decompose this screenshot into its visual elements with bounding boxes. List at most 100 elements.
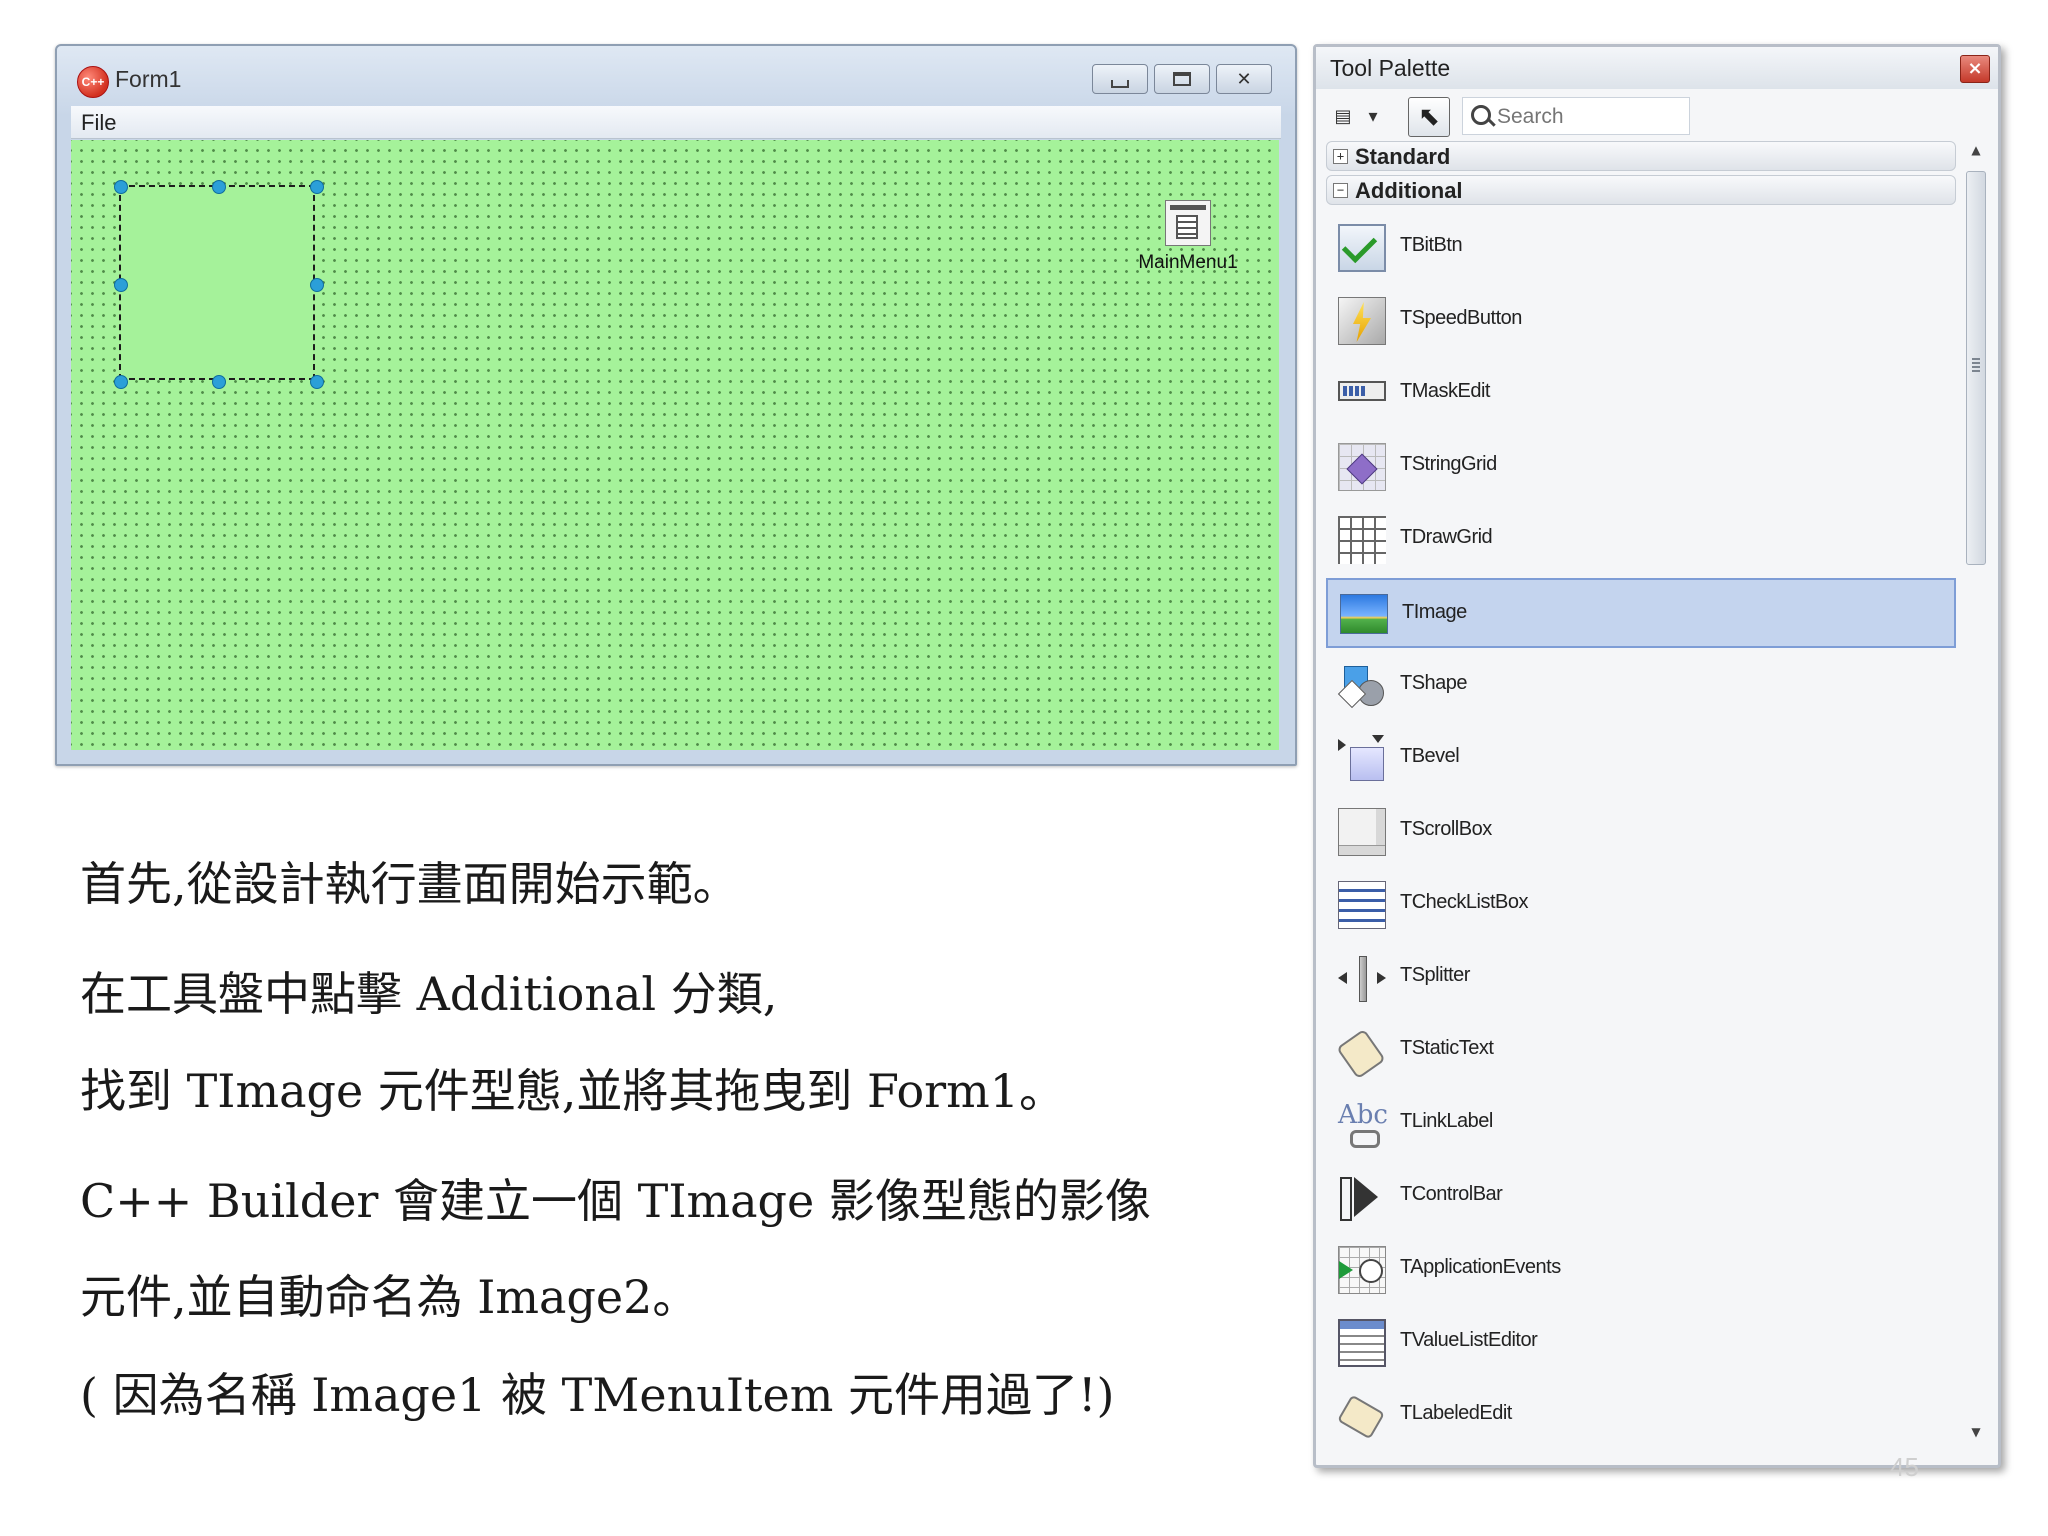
maskedit-icon: [1338, 381, 1386, 401]
caption-line-6: ( 因為名稱 Image1 被 TMenuItem 元件用過了!): [80, 1368, 1115, 1422]
resize-handle-left[interactable]: [114, 278, 128, 292]
resize-handle-top-left[interactable]: [114, 180, 128, 194]
drawgrid-icon: [1338, 516, 1386, 564]
component-tlabelededit[interactable]: TLabeledEdit: [1326, 1381, 1956, 1447]
close-button[interactable]: ✕: [1216, 64, 1272, 94]
caption-line-5: 元件,並自動命名為 Image2。: [80, 1270, 699, 1324]
component-tbitbtn[interactable]: TBitBtn: [1326, 213, 1956, 283]
component-tchecklistbox[interactable]: TCheckListBox: [1326, 870, 1956, 940]
stringgrid-icon: [1338, 443, 1386, 491]
component-label: TControlBar: [1400, 1183, 1503, 1205]
scrollbox-icon: [1338, 808, 1386, 856]
category-standard[interactable]: + Standard: [1326, 141, 1956, 171]
maximize-icon: [1173, 72, 1191, 86]
form1-menubar: File: [71, 106, 1281, 139]
linklabel-icon: Abc: [1338, 1100, 1388, 1148]
component-tdrawgrid[interactable]: TDrawGrid: [1326, 505, 1956, 575]
image-icon: [1340, 594, 1388, 634]
form1-titlebar[interactable]: C++ Form1 ✕: [57, 46, 1295, 106]
component-tvaluelisteditor[interactable]: TValueListEditor: [1326, 1308, 1956, 1378]
component-label: TScrollBox: [1400, 818, 1492, 840]
component-label: TSplitter: [1400, 964, 1470, 986]
category-additional[interactable]: − Additional: [1326, 175, 1956, 205]
tool-palette-title: Tool Palette: [1330, 55, 1451, 81]
category-label: Standard: [1355, 144, 1451, 169]
bitbtn-icon: [1338, 224, 1386, 272]
design-surface[interactable]: MainMenu1: [71, 140, 1279, 750]
search-icon: [1471, 105, 1491, 125]
caption-line-3: 找到 TImage 元件型態,並將其拖曳到 Form1。: [80, 1064, 1066, 1118]
cpp-builder-app-icon: C++: [77, 66, 109, 98]
resize-handle-bottom-left[interactable]: [114, 375, 128, 389]
resize-handle-top-right[interactable]: [310, 180, 324, 194]
pointer-arrow-icon: ⬉: [1418, 102, 1440, 132]
pointer-tool-button[interactable]: ⬉: [1408, 97, 1450, 137]
maximize-button[interactable]: [1154, 64, 1210, 94]
component-tstatictext[interactable]: TStaticText: [1326, 1016, 1956, 1086]
component-list: + Standard − Additional TBitBtn TSpeedBu…: [1326, 141, 1962, 1447]
caption-line-2: 在工具盤中點擊 Additional 分類,: [80, 967, 778, 1021]
component-tstringgrid[interactable]: TStringGrid: [1326, 432, 1956, 502]
component-tsplitter[interactable]: TSplitter: [1326, 943, 1956, 1013]
splitter-icon: [1338, 954, 1386, 1002]
component-label: TStaticText: [1400, 1037, 1494, 1059]
tool-palette-toolbar: ▤ ▾ ⬉: [1326, 97, 1988, 137]
form1-window: C++ Form1 ✕ File MainMenu1: [55, 44, 1297, 766]
component-tspeedbutton[interactable]: TSpeedButton: [1326, 286, 1956, 356]
close-icon: ✕: [1236, 68, 1252, 90]
scrollbar-thumb[interactable]: [1966, 171, 1986, 565]
resize-handle-bottom[interactable]: [212, 375, 226, 389]
search-input[interactable]: [1495, 102, 1679, 132]
expand-icon: +: [1333, 149, 1348, 164]
component-label: TValueListEditor: [1400, 1329, 1538, 1351]
mainmenu1-component[interactable]: MainMenu1: [1133, 200, 1243, 274]
component-tscrollbox[interactable]: TScrollBox: [1326, 797, 1956, 867]
checklistbox-icon: [1338, 881, 1386, 929]
component-tcontrolbar[interactable]: TControlBar: [1326, 1162, 1956, 1232]
shape-icon: [1337, 662, 1386, 710]
speedbutton-icon: [1338, 297, 1386, 345]
minimize-button[interactable]: [1092, 64, 1148, 94]
categories-dropdown-button[interactable]: ▤ ▾: [1326, 99, 1386, 133]
resize-handle-right[interactable]: [310, 278, 324, 292]
collapse-icon: −: [1333, 183, 1348, 198]
category-label: Additional: [1355, 178, 1463, 203]
component-tbevel[interactable]: TBevel: [1326, 724, 1956, 794]
component-label: TLabeledEdit: [1400, 1402, 1512, 1424]
component-tlinklabel[interactable]: Abc TLinkLabel: [1326, 1089, 1956, 1159]
statictext-icon: [1336, 1027, 1386, 1080]
labelededit-icon: [1337, 1392, 1386, 1440]
component-label: TMaskEdit: [1400, 380, 1490, 402]
minimize-icon: [1111, 80, 1129, 88]
menu-file[interactable]: File: [81, 110, 116, 136]
caption-line-1: 首先,從設計執行畫面開始示範。: [80, 857, 739, 911]
mainmenu-icon: [1165, 200, 1211, 246]
component-label: TBitBtn: [1400, 234, 1463, 256]
component-label: TShape: [1400, 672, 1468, 694]
image2-component[interactable]: [114, 180, 324, 389]
resize-handle-bottom-right[interactable]: [310, 375, 324, 389]
tool-palette-window: Tool Palette × ▤ ▾ ⬉ + Standard − Additi…: [1313, 44, 2001, 1468]
component-label: TLinkLabel: [1400, 1110, 1493, 1132]
component-list-scrollbar[interactable]: ▲ ▼: [1964, 141, 1988, 1447]
tool-palette-close-button[interactable]: ×: [1960, 55, 1990, 83]
scroll-up-icon[interactable]: ▲: [1964, 143, 1988, 163]
slide-number: 45: [1890, 1452, 1919, 1482]
caption-line-4: C++ Builder 會建立一個 TImage 影像型態的影像: [80, 1174, 1151, 1228]
controlbar-icon: [1338, 1173, 1386, 1221]
component-label: TApplicationEvents: [1400, 1256, 1561, 1278]
valuelisteditor-icon: [1338, 1319, 1386, 1367]
component-tapplicationevents[interactable]: TApplicationEvents: [1326, 1235, 1956, 1305]
tool-palette-titlebar[interactable]: Tool Palette ×: [1316, 47, 1998, 89]
component-tshape[interactable]: TShape: [1326, 651, 1956, 721]
component-timage[interactable]: TImage: [1326, 578, 1956, 648]
component-tmaskedit[interactable]: TMaskEdit: [1326, 359, 1956, 429]
search-box[interactable]: [1462, 97, 1690, 135]
categories-icon: ▤: [1334, 105, 1352, 127]
component-label: TSpeedButton: [1400, 307, 1522, 329]
resize-handle-top[interactable]: [212, 180, 226, 194]
applicationevents-icon: [1338, 1246, 1386, 1294]
component-label: TDrawGrid: [1400, 526, 1493, 548]
dropdown-arrow-icon: ▾: [1368, 105, 1378, 127]
scroll-down-icon[interactable]: ▼: [1964, 1425, 1988, 1445]
